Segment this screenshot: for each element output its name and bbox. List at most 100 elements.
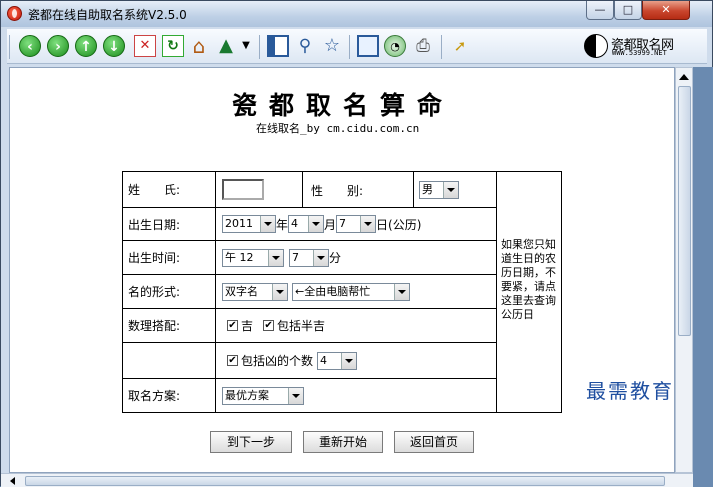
site-logo[interactable]: 瓷都取名网 WWW.53999.NET [584,31,704,61]
ji-checkbox[interactable]: ✔ [227,320,238,331]
lunar-date-note-link[interactable]: 如果您只知道生日的农历日期，不要紧，请点这里去查询公历日 [496,172,562,412]
vertical-scroll-thumb[interactable] [678,86,691,336]
hour-select[interactable]: 午 12 [222,248,284,267]
name-source-select[interactable]: ←全由电脑帮忙 [292,282,410,301]
day-select[interactable]: 7 [336,215,377,233]
next-step-button[interactable]: 到下一步 [210,431,292,453]
numbers-fields: ✔ 吉 ✔ 包括半吉 [227,309,325,342]
birthtime-row: 出生时间: 午 12 7 分 [123,241,496,275]
up-icon[interactable]: ↑ [75,35,97,57]
nameform-fields: 双字名 ←全由电脑帮忙 [222,275,410,308]
forward-icon[interactable]: › [47,35,69,57]
back-icon[interactable]: ‹ [19,35,41,57]
year-select[interactable]: 2011 [222,215,276,233]
xiong-fields: ✔ 包括凶的个数 4 [227,343,358,378]
chevron-down-icon [272,283,287,300]
dropdown-icon[interactable]: ▼ [239,35,253,57]
numbers-row: 数理搭配: ✔ 吉 ✔ 包括半吉 [123,309,496,343]
window-frame-right [693,67,713,487]
close-button[interactable]: ✕ [642,1,690,20]
stop-icon[interactable]: ✕ [134,35,156,57]
chevron-down-icon [260,216,275,232]
plan-fields: 最优方案 [222,379,304,412]
scroll-up-icon[interactable] [679,74,689,80]
banji-label: 包括半吉 [277,319,326,333]
surname-input[interactable] [222,179,264,200]
toolbar-separator [349,35,350,59]
name-type-value: 双字名 [225,284,258,298]
minute-select[interactable]: 7 [289,248,329,267]
app-icon [7,6,22,21]
history-icon[interactable]: ◔ [384,35,406,57]
chevron-down-icon [341,352,357,369]
minimize-button[interactable]: — [586,1,614,20]
nameform-label: 名的形式: [123,275,216,308]
window-title: 瓷都在线自助取名系统V2.5.0 [28,8,187,22]
xiong-label: 包括凶的个数 [241,354,314,368]
toolbar-grip [9,35,10,59]
toolbar-separator [259,35,260,59]
xiong-checkbox[interactable]: ✔ [227,355,238,366]
toolbar-separator [441,35,442,59]
ji-label: 吉 [241,319,254,333]
maximize-button[interactable]: □ [614,1,642,20]
banji-checkbox[interactable]: ✔ [263,320,275,331]
xiong-count-select[interactable]: 4 [317,351,358,370]
name-source-value: ←全由电脑帮忙 [295,284,371,298]
birthtime-fields: 午 12 7 分 [222,241,341,274]
chevron-down-icon [394,283,409,300]
down-icon[interactable]: ↓ [103,35,125,57]
month-unit: 月 [324,217,337,232]
day-value: 7 [339,217,347,230]
numbers-label: 数理搭配: [123,309,216,342]
birthtime-label: 出生时间: [123,241,216,274]
logo-url: WWW.53999.NET [612,49,667,57]
tree-icon[interactable]: ▲ [215,35,237,57]
gender-select[interactable]: 男 [419,180,459,199]
chevron-down-icon [288,387,303,404]
nameform-row: 名的形式: 双字名 ←全由电脑帮忙 [123,275,496,309]
app-window: 瓷都在线自助取名系统V2.5.0 — □ ✕ ‹ › ↑ ↓ ✕ ↻ ⌂ ▲ ▼… [0,0,713,487]
title-bar: 瓷都在线自助取名系统V2.5.0 — □ ✕ [1,1,712,27]
horizontal-scroll-thumb[interactable] [25,476,665,486]
print-icon[interactable]: ⎙ [412,35,434,57]
xiong-row-label [123,343,216,378]
screen-icon[interactable] [357,35,379,57]
cell-divider [413,172,414,208]
page-subtitle: 在线取名_by cm.cidu.com.cn [256,122,420,135]
restart-button[interactable]: 重新开始 [303,431,383,453]
pointer-icon[interactable]: ➚ [449,35,471,57]
watermark-text: 最需教育 [586,379,674,403]
minute-value: 7 [292,250,299,264]
day-unit: 日(公历) [376,217,422,232]
favorites-icon[interactable]: ☆ [321,35,343,57]
panel-icon[interactable] [267,35,289,57]
yinyang-icon [584,34,608,58]
vertical-scrollbar[interactable] [675,67,693,473]
plan-label: 取名方案: [123,379,216,412]
surname-label: 姓 氏: [123,172,216,207]
name-type-select[interactable]: 双字名 [222,282,288,301]
gender-label: 性 别: [311,183,364,198]
gender-field-wrap: 男 [419,172,459,207]
month-value: 4 [291,217,299,230]
back-home-button[interactable]: 返回首页 [394,431,474,453]
plan-value: 最优方案 [225,388,269,402]
gender-value: 男 [422,182,433,196]
home-icon[interactable]: ⌂ [188,35,210,57]
search-icon[interactable]: ⚲ [294,35,316,57]
horizontal-scrollbar[interactable] [1,473,693,487]
chevron-down-icon [443,181,458,198]
birthdate-row: 出生日期: 2011 年 4 月 7 日(公历) [123,208,496,241]
plan-select[interactable]: 最优方案 [222,386,304,405]
birthdate-label: 出生日期: [123,208,216,240]
xiong-row: ✔ 包括凶的个数 4 [123,343,496,379]
year-unit: 年 [276,217,289,232]
month-select[interactable]: 4 [288,215,325,233]
chevron-down-icon [268,249,283,266]
scroll-left-icon[interactable] [10,477,15,485]
birthdate-fields: 2011 年 4 月 7 日(公历) [222,208,421,240]
content-area: 瓷都取名算命 在线取名_by cm.cidu.com.cn 姓 氏: 性 别: … [9,67,675,473]
xiong-count-value: 4 [320,353,328,367]
refresh-icon[interactable]: ↻ [162,35,184,57]
